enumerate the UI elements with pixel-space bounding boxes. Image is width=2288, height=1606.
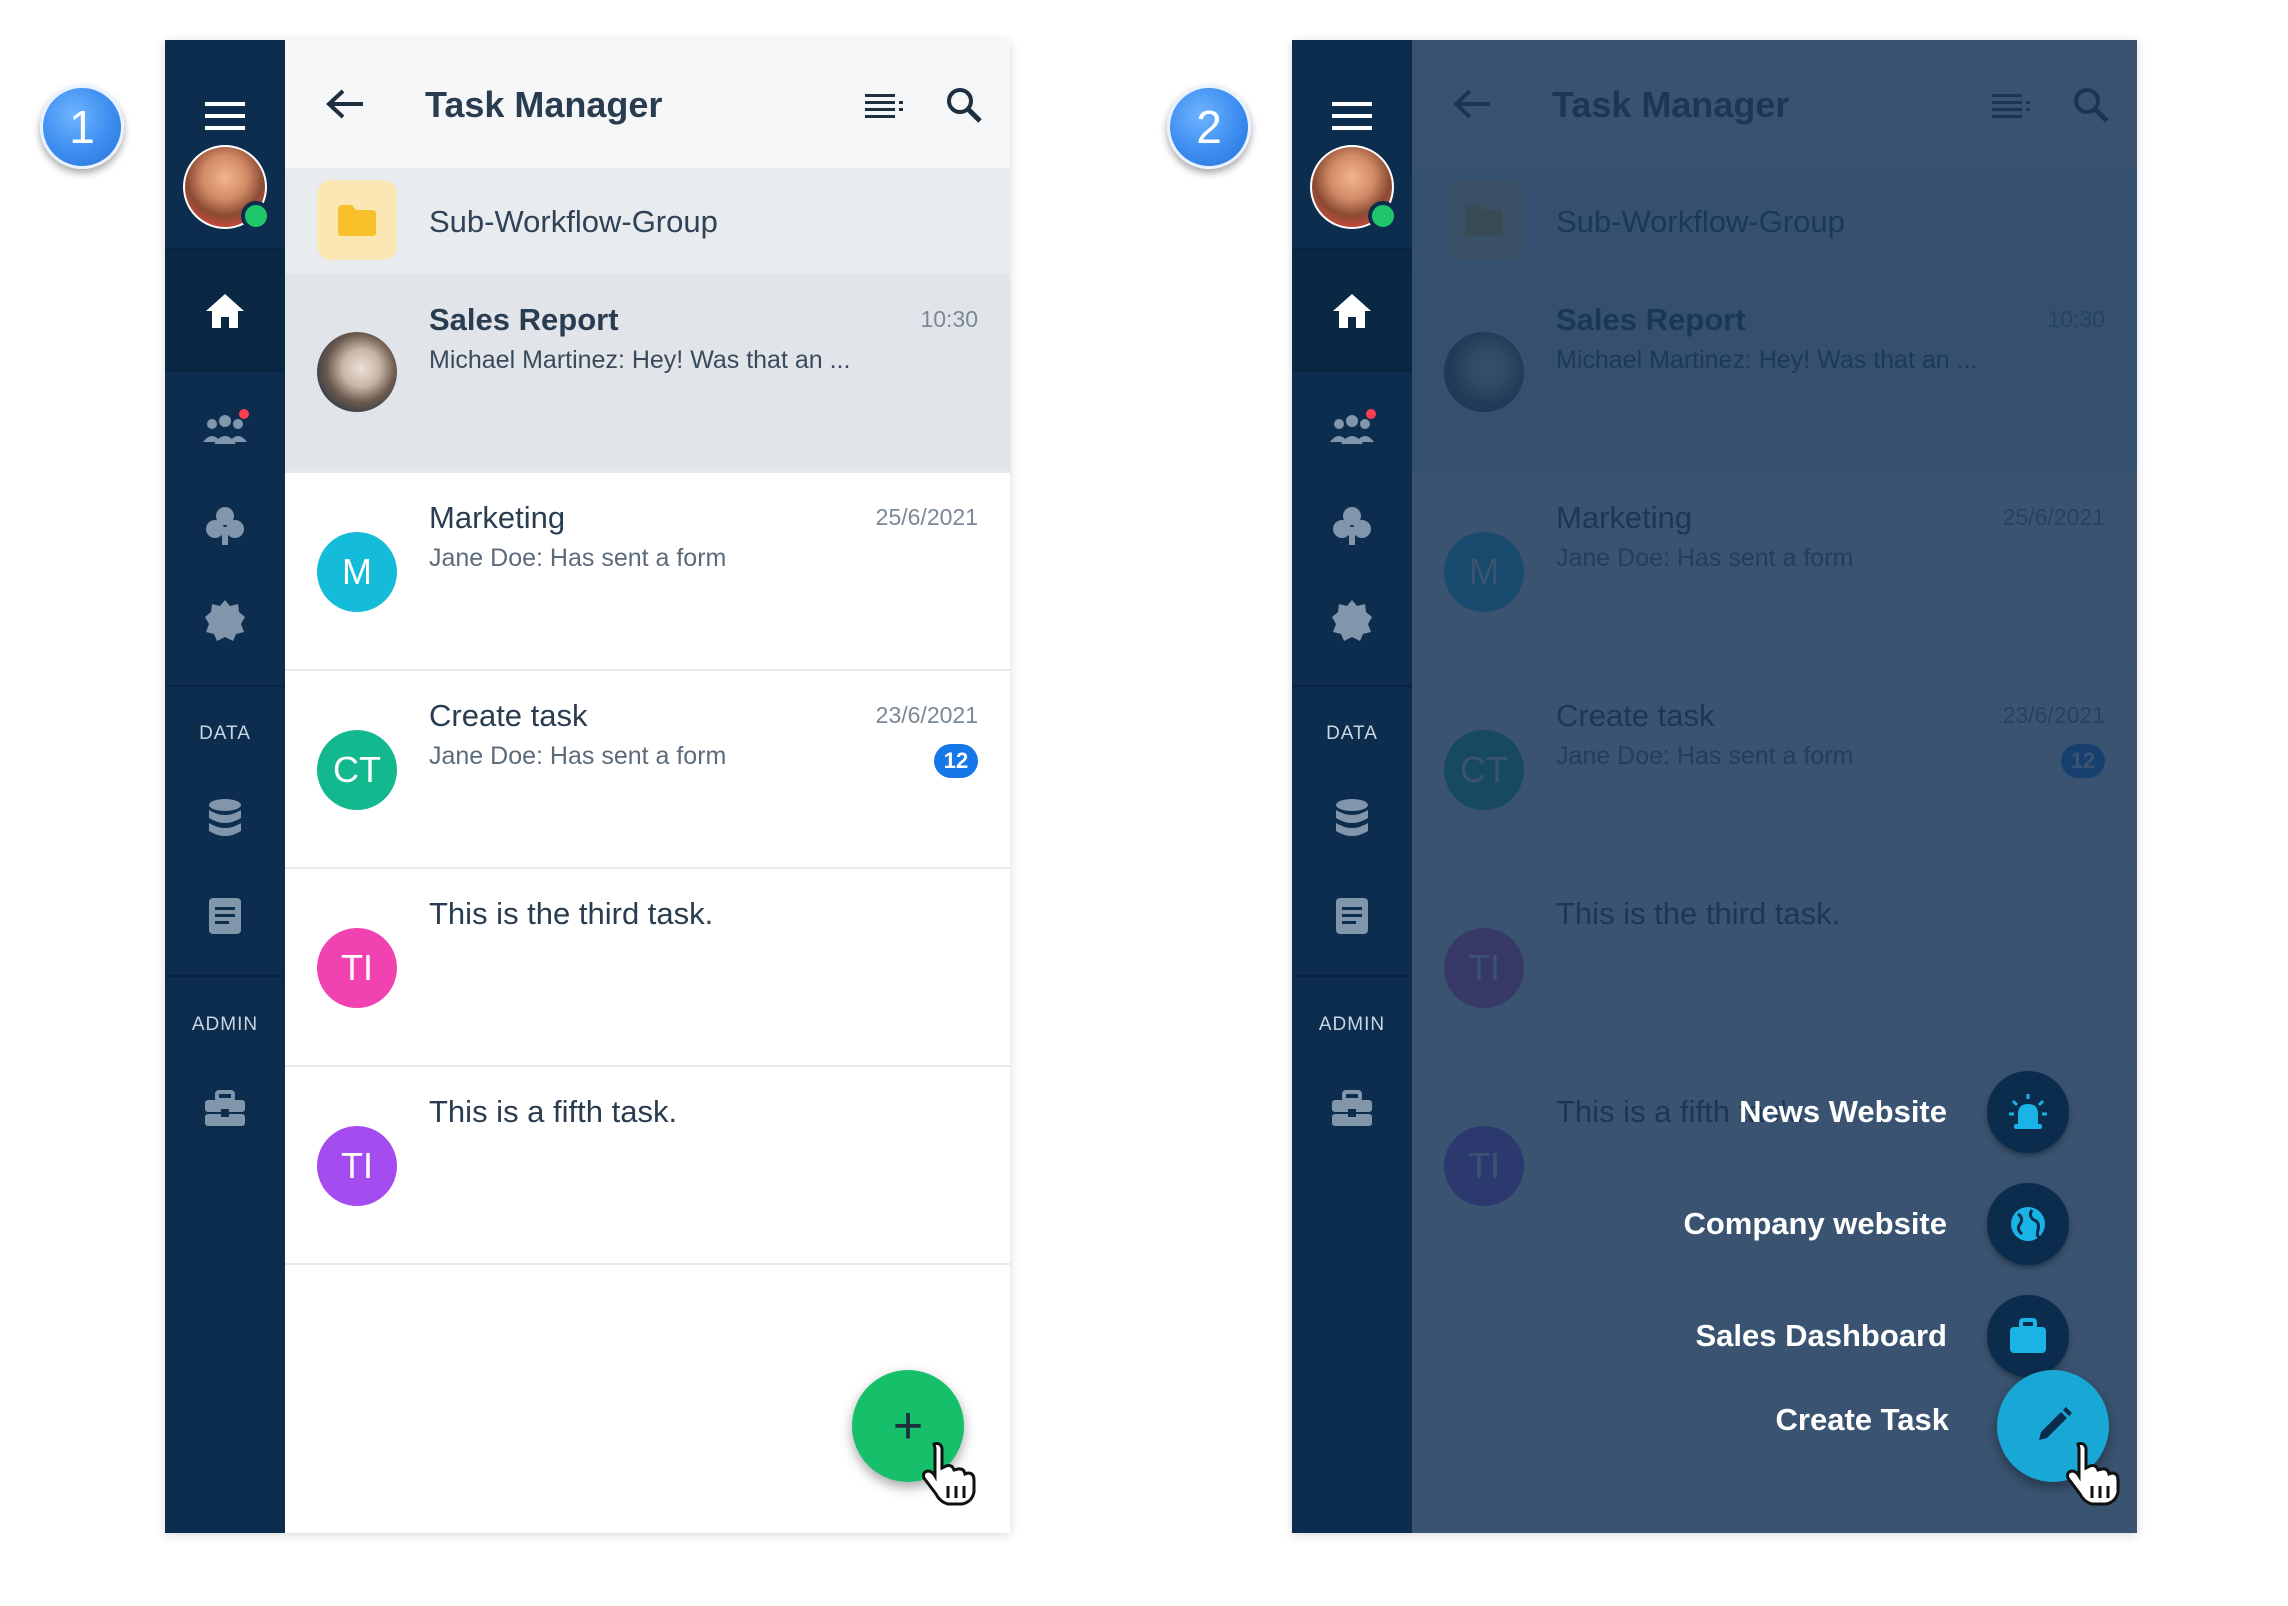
list-item[interactable]: CT Create task Jane Doe: Has sent a form… <box>285 670 1010 869</box>
list-item-avatar: TI <box>317 928 397 1008</box>
create-task-label: Create Task <box>1775 1402 1949 1437</box>
side-rail: DATA ADMIN <box>1292 40 1412 1533</box>
toolbox-icon[interactable] <box>165 1090 285 1128</box>
menu-icon[interactable] <box>165 100 285 132</box>
document-icon[interactable] <box>165 896 285 936</box>
avatar[interactable] <box>1310 145 1398 231</box>
speed-dial-sales-dashboard[interactable]: Sales Dashboard <box>1695 1294 2069 1378</box>
home-icon[interactable] <box>165 292 285 330</box>
group-row[interactable]: Sub-Workflow-Group <box>285 168 1010 274</box>
list-item-message: Jane Doe: Has sent a form <box>429 544 727 572</box>
section-data-label: DATA <box>1326 723 1378 744</box>
siren-icon[interactable] <box>1987 1071 2069 1153</box>
online-indicator <box>1368 201 1398 231</box>
menu-icon[interactable] <box>1292 100 1412 132</box>
section-admin-label: ADMIN <box>1318 1014 1386 1035</box>
list-item-title: This is the third task. <box>429 896 714 931</box>
briefcase-icon[interactable] <box>1987 1295 2069 1377</box>
step-badge-1: 1 <box>40 85 124 169</box>
list-item-avatar <box>317 332 397 412</box>
step-badge-2: 2 <box>1167 85 1251 169</box>
phone-screen-1: DATA ADMIN Task Manager Sub-Workflow-Gro… <box>165 40 1010 1533</box>
online-indicator <box>241 201 271 231</box>
top-bar: Task Manager <box>285 40 1010 168</box>
main-panel: Task Manager Sub-Workflow-Group Sales Re… <box>1412 40 2137 1533</box>
badge-icon[interactable] <box>165 598 285 642</box>
folder-icon <box>317 180 397 260</box>
list-item-title: Marketing <box>429 500 566 535</box>
group-label: Sub-Workflow-Group <box>429 204 718 239</box>
home-icon[interactable] <box>1292 292 1412 330</box>
speed-dial-label: Company website <box>1683 1206 1947 1241</box>
pointer-hand-icon <box>918 1440 978 1511</box>
list-item[interactable]: M Marketing Jane Doe: Has sent a form 25… <box>285 472 1010 671</box>
side-rail: DATA ADMIN <box>165 40 285 1533</box>
club-icon[interactable] <box>1292 505 1412 547</box>
search-icon[interactable] <box>945 86 983 129</box>
speed-dial-news-website[interactable]: News Website <box>1739 1070 2069 1154</box>
list-item-title: Create task <box>429 698 588 733</box>
list-item-avatar: TI <box>317 1126 397 1206</box>
section-data-label: DATA <box>199 723 251 744</box>
speed-dial-label: Sales Dashboard <box>1695 1318 1947 1353</box>
list-item-avatar: CT <box>317 730 397 810</box>
back-arrow-icon[interactable] <box>325 88 365 125</box>
club-icon[interactable] <box>165 505 285 547</box>
list-item-time: 10:30 <box>920 306 978 332</box>
document-icon[interactable] <box>1292 896 1412 936</box>
list-item-message: Jane Doe: Has sent a form <box>429 742 727 770</box>
list-item-title: Sales Report <box>429 302 619 337</box>
list-item-title: This is a fifth task. <box>429 1094 678 1129</box>
avatar[interactable] <box>183 145 271 231</box>
list-item[interactable]: Sales Report Michael Martinez: Hey! Was … <box>285 274 1010 473</box>
list-item-message: Michael Martinez: Hey! Was that an ... <box>429 346 851 374</box>
filter-list-icon[interactable] <box>865 92 905 123</box>
badge-icon[interactable] <box>1292 598 1412 642</box>
speed-dial-label: News Website <box>1739 1094 1947 1129</box>
section-admin-label: ADMIN <box>191 1014 259 1035</box>
team-icon[interactable] <box>165 408 285 448</box>
toolbox-icon[interactable] <box>1292 1090 1412 1128</box>
unread-count-badge: 12 <box>934 744 978 778</box>
list-item-time: 25/6/2021 <box>875 504 978 530</box>
list-item[interactable]: TI This is a fifth task. <box>285 1066 1010 1265</box>
database-icon[interactable] <box>165 798 285 840</box>
list-item[interactable]: TI This is the third task. <box>285 868 1010 1067</box>
main-panel: Task Manager Sub-Workflow-Group Sales Re… <box>285 40 1010 1533</box>
list-item-time: 23/6/2021 <box>875 702 978 728</box>
pointer-hand-icon <box>2062 1440 2122 1511</box>
database-icon[interactable] <box>1292 798 1412 840</box>
phone-screen-2: DATA ADMIN Task Manager <box>1292 40 2137 1533</box>
speed-dial-company-website[interactable]: Company website <box>1683 1182 2069 1266</box>
list-item-avatar: M <box>317 532 397 612</box>
globe-icon[interactable] <box>1987 1183 2069 1265</box>
team-icon[interactable] <box>1292 408 1412 448</box>
page-title: Task Manager <box>425 84 663 125</box>
